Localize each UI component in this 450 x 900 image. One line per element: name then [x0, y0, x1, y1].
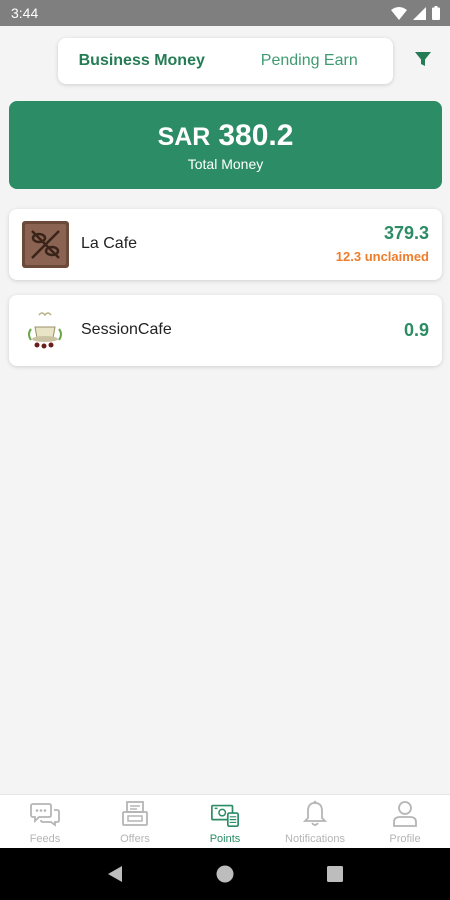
nav-item-notifications[interactable]: Notifications: [270, 795, 360, 848]
battery-icon: [432, 6, 440, 20]
la-cafe-logo: [22, 221, 69, 268]
tab-business-money[interactable]: Business Money: [58, 38, 226, 84]
business-card-session-cafe[interactable]: SessionCafe 0.9: [9, 295, 442, 366]
currency-label: SAR: [157, 123, 211, 151]
unclaimed-amount: 12.3 unclaimed: [335, 249, 429, 264]
recents-icon: [327, 866, 343, 882]
status-bar: 3:44: [0, 0, 450, 26]
cellular-signal-icon: [413, 6, 426, 20]
app-bar: Business Money Pending Earn: [0, 26, 450, 96]
business-name: La Cafe: [81, 235, 138, 252]
profile-icon: [390, 800, 420, 828]
money-type-toggle: Business Money Pending Earn: [58, 38, 393, 84]
nav-item-points[interactable]: Points: [180, 795, 270, 848]
feeds-icon: [30, 800, 60, 828]
status-time: 3:44: [11, 5, 39, 21]
bell-icon: [300, 800, 330, 828]
total-value: 380.2: [218, 119, 294, 152]
bottom-nav: Feeds Offers Points Notifications Profil…: [0, 794, 450, 848]
home-icon: [216, 865, 234, 883]
recents-button[interactable]: [315, 854, 355, 894]
business-name: SessionCafe: [81, 321, 172, 338]
offers-icon: [120, 800, 150, 828]
business-amount: 0.9: [403, 320, 429, 340]
business-card-la-cafe[interactable]: La Cafe 379.3 12.3 unclaimed: [9, 209, 442, 280]
filter-button[interactable]: [410, 46, 436, 72]
nav-label: Feeds: [29, 833, 61, 845]
nav-label: Points: [209, 833, 241, 845]
system-nav-bar: [0, 848, 450, 900]
total-money-label: Total Money: [187, 156, 264, 172]
nav-item-offers[interactable]: Offers: [90, 795, 180, 848]
filter-icon: [415, 52, 431, 66]
nav-label: Offers: [120, 833, 150, 845]
back-button[interactable]: [95, 854, 135, 894]
nav-item-profile[interactable]: Profile: [360, 795, 450, 848]
points-icon: [210, 800, 240, 828]
nav-label: Profile: [389, 833, 421, 845]
home-button[interactable]: [205, 854, 245, 894]
wifi-icon: [391, 6, 407, 20]
business-amount: 379.3: [383, 223, 429, 243]
nav-item-feeds[interactable]: Feeds: [0, 795, 90, 848]
tab-pending-earn[interactable]: Pending Earn: [226, 38, 394, 84]
total-amount: SAR 380.2: [9, 119, 442, 153]
nav-label: Notifications: [285, 833, 345, 845]
back-icon: [108, 866, 122, 882]
status-icons: [391, 6, 440, 20]
session-cafe-logo: [22, 307, 69, 354]
total-money-card: SAR 380.2 Total Money: [9, 101, 442, 189]
